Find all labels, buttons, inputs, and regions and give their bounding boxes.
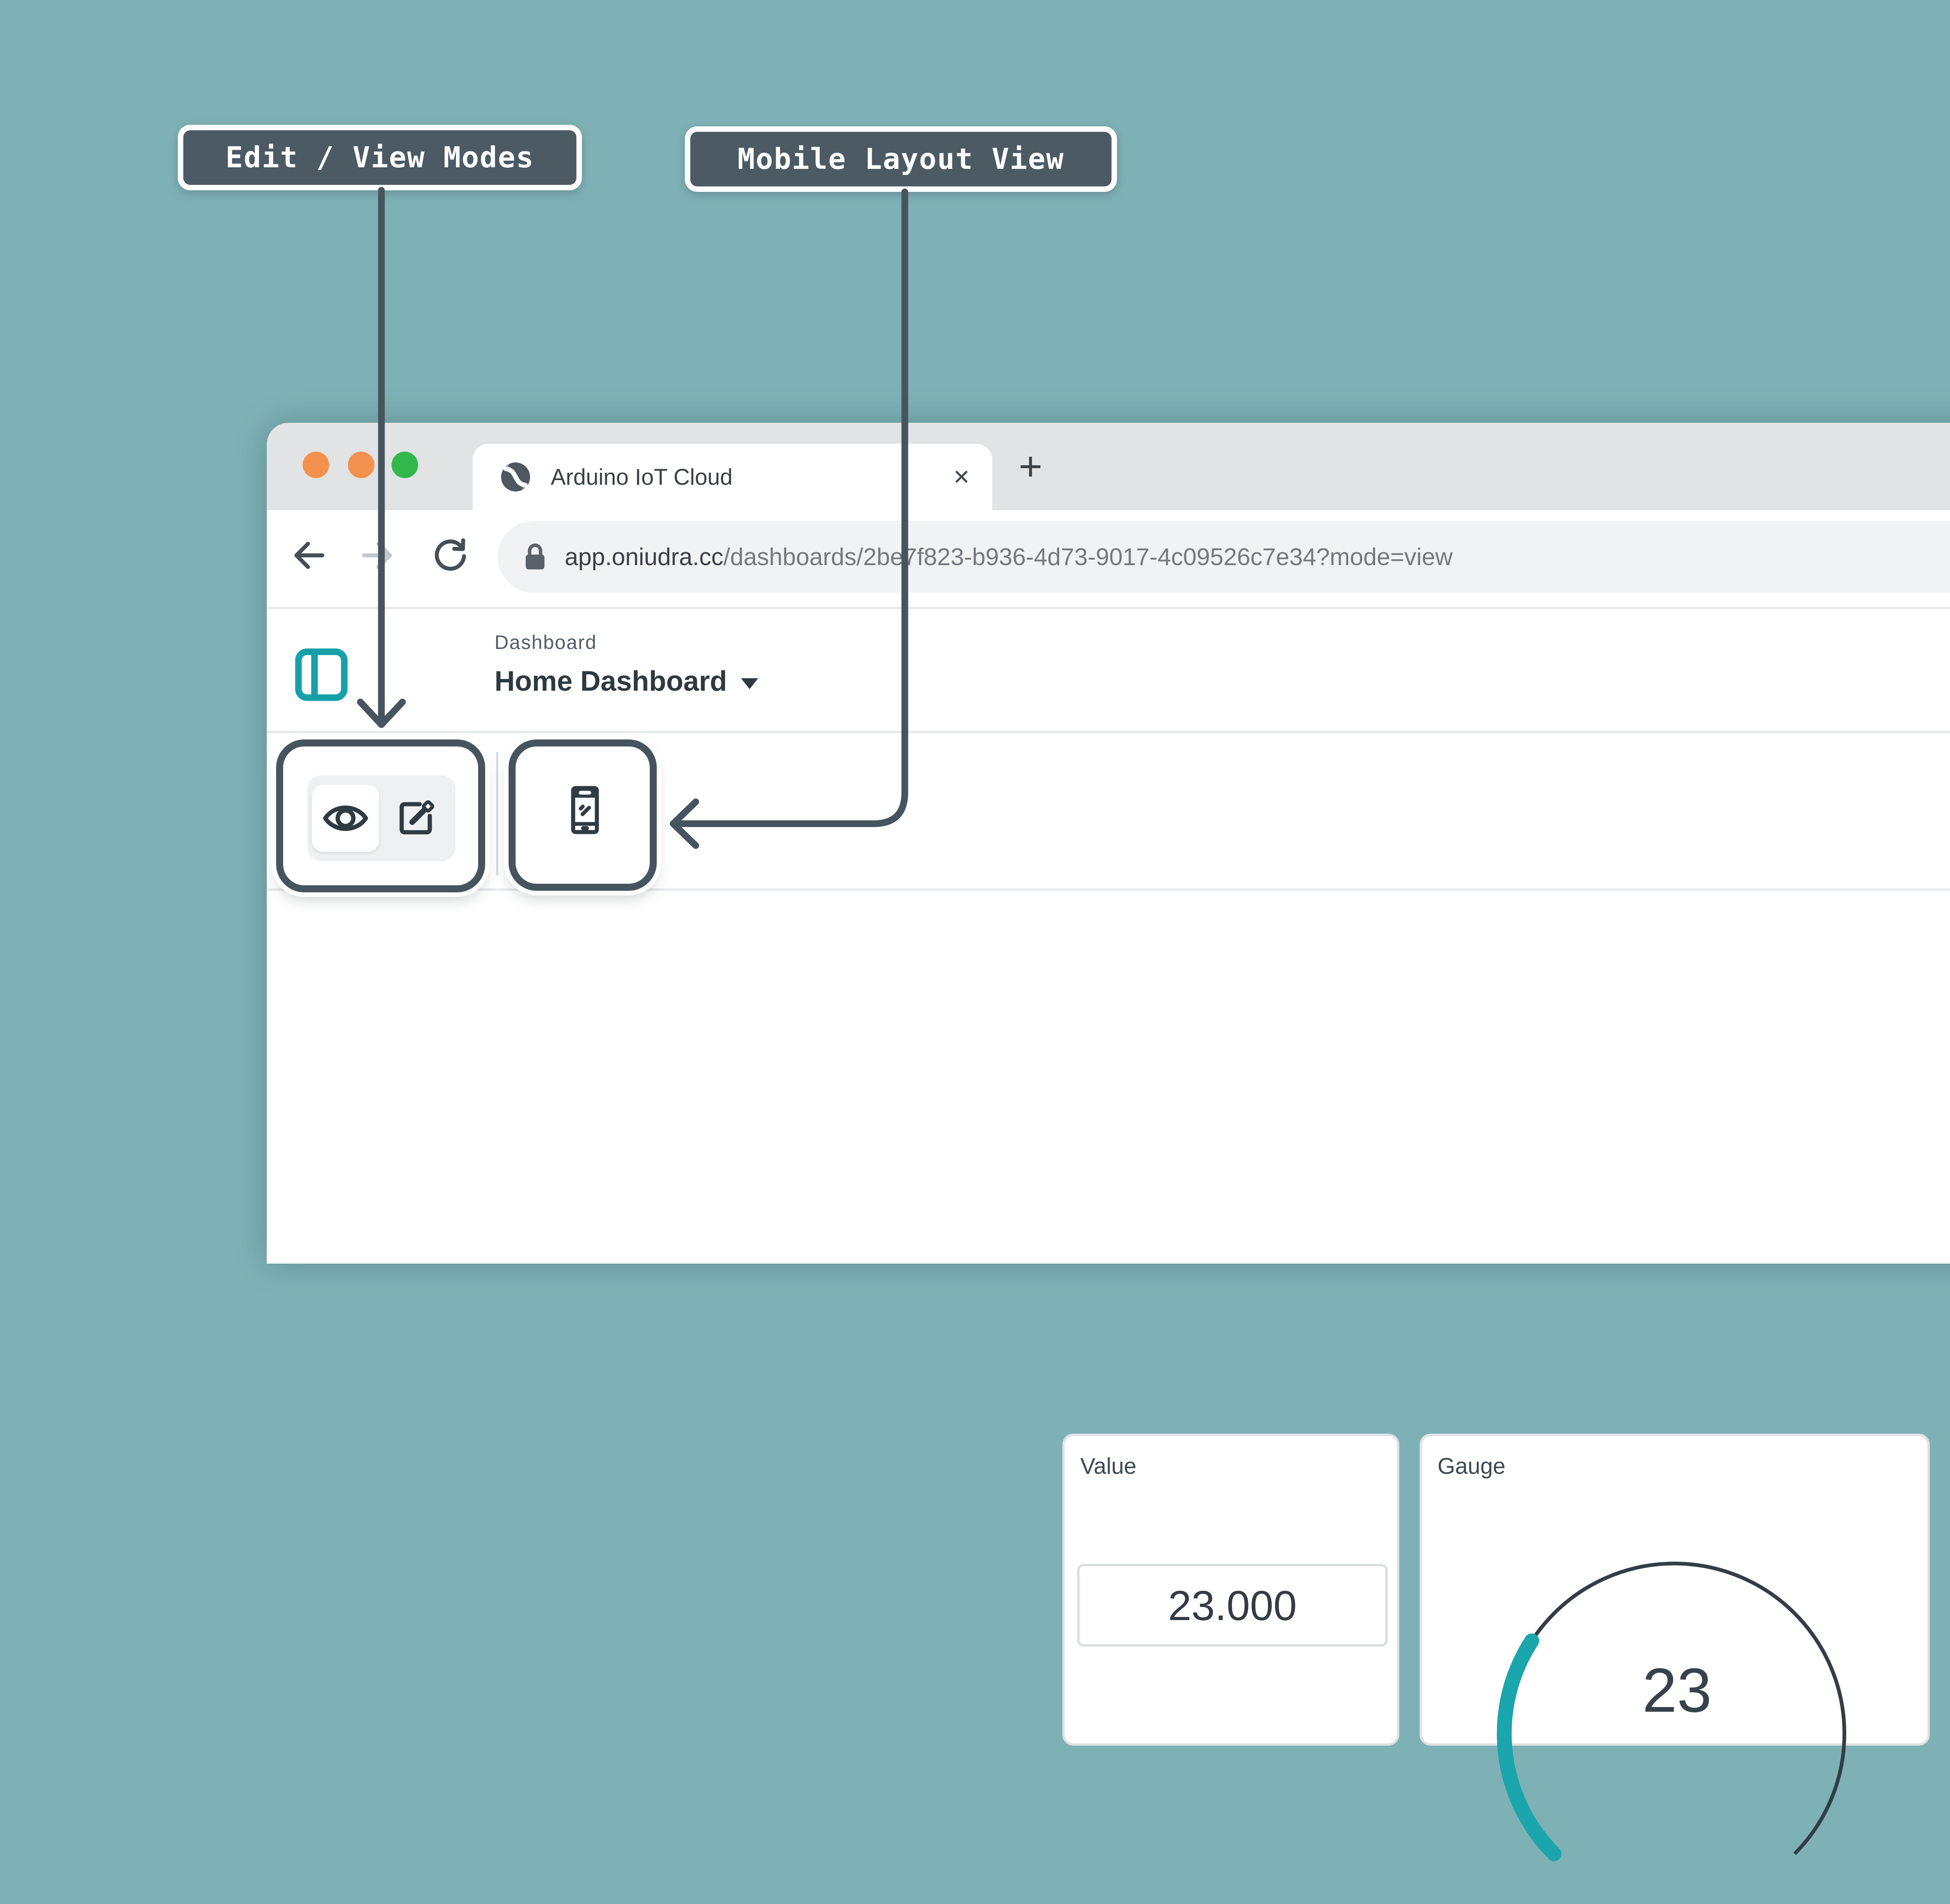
callout-label: Mobile Layout View [737,142,1064,176]
window-close-button[interactable] [303,452,329,478]
url-path: /dashboards/2be7f823-b936-4d73-9017-4c09… [723,544,1453,571]
tab-close-icon[interactable]: ✕ [953,444,970,510]
window-minimize-button[interactable] [348,452,374,478]
url-domain: app.oniudra.cc [565,544,723,571]
browser-tab-bar: Arduino IoT Cloud ✕ + [267,423,1950,510]
gauge-number: 23 [1422,1654,1932,1726]
widget-card-gauge: Gauge 23 [1420,1434,1930,1746]
breadcrumb: Dashboard [495,631,597,654]
widget-title: Gauge [1438,1453,1505,1479]
sidebar-toggle-icon[interactable] [295,648,348,701]
annotation-box-mobile [509,739,657,891]
value-display-box: 23.000 [1077,1564,1388,1647]
dashboard-title-dropdown[interactable]: Home Dashboard [495,665,758,697]
tab-title: Arduino IoT Cloud [551,464,732,490]
annotation-box-edit-view [276,739,485,892]
screenshot-stage: Arduino IoT Cloud ✕ + [0,0,1950,1264]
value-number: 23.000 [1168,1581,1297,1630]
callout-edit-view-modes: Edit / View Modes [178,125,582,190]
callout-label: Edit / View Modes [225,141,534,174]
browser-tab[interactable]: Arduino IoT Cloud ✕ [473,444,992,510]
new-tab-button[interactable]: + [1019,423,1042,510]
window-zoom-button[interactable] [392,452,418,478]
url-text: app.oniudra.cc/dashboards/2be7f823-b936-… [565,543,1453,571]
favicon-globe-icon [499,461,532,493]
dashboard-title: Home Dashboard [495,665,727,697]
lock-icon [524,543,546,571]
toolbar-divider [496,752,498,875]
callout-mobile-layout: Mobile Layout View [685,126,1117,192]
back-icon[interactable] [285,534,329,583]
dashboard-header: Dashboard Home Dashboard [267,607,1950,733]
widget-card-value: Value 23.000 [1062,1434,1399,1746]
chevron-down-icon [741,678,758,689]
reload-icon[interactable] [427,534,471,583]
browser-toolbar: app.oniudra.cc/dashboards/2be7f823-b936-… [267,510,1950,607]
address-bar[interactable]: app.oniudra.cc/dashboards/2be7f823-b936-… [498,521,1950,593]
widget-title: Value [1080,1453,1136,1479]
forward-icon[interactable] [357,534,401,583]
